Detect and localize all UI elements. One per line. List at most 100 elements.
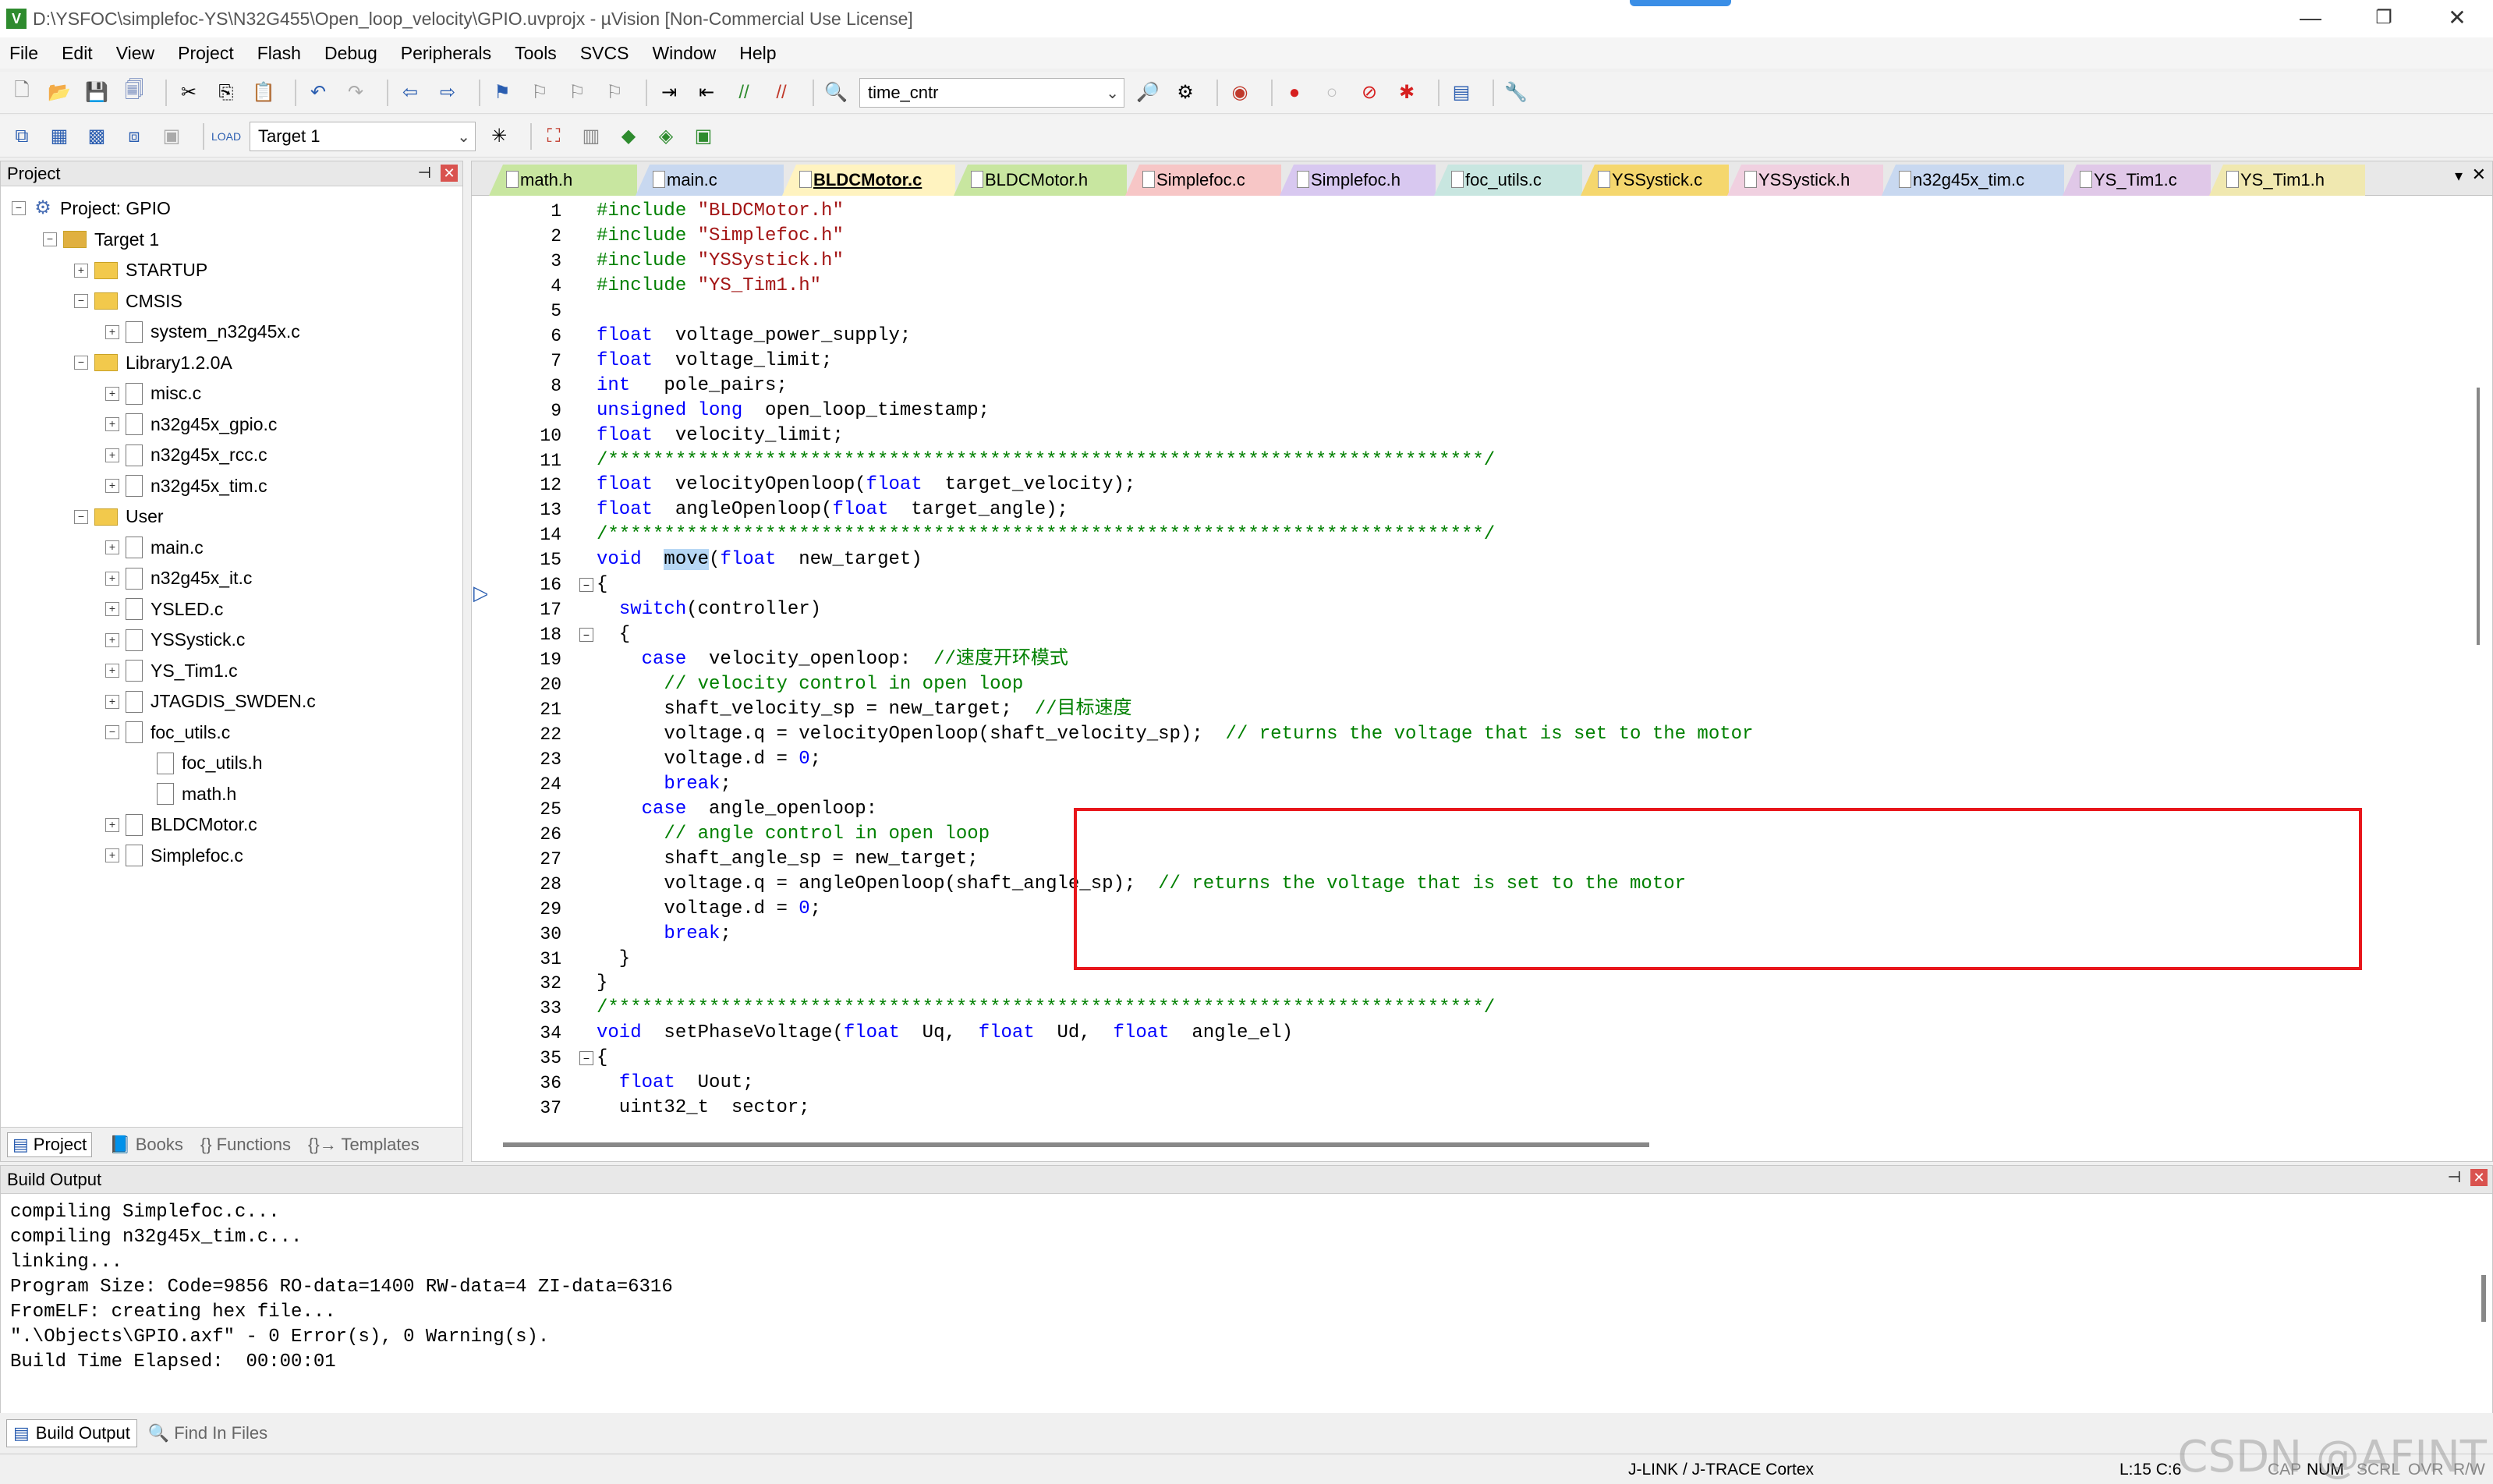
tree-item[interactable]: − foc_utils.c	[105, 717, 230, 748]
code-line[interactable]: break;	[597, 772, 731, 797]
code-line[interactable]: #include "YS_Tim1.h"	[597, 274, 821, 299]
tree-item[interactable]: − User	[74, 501, 164, 533]
fold-collapse-icon[interactable]: −	[579, 578, 593, 593]
tree-item[interactable]: + YS_Tim1.c	[105, 655, 238, 686]
tree-item[interactable]: foc_utils.h	[136, 748, 263, 779]
nav-back-icon[interactable]: ⇦	[396, 79, 424, 107]
tree-item[interactable]: + n32g45x_tim.c	[105, 470, 267, 501]
menu-file[interactable]: File	[9, 43, 38, 64]
code-line[interactable]: voltage.q = velocityOpenloop(shaft_veloc…	[597, 722, 1753, 747]
breakpoint-icon[interactable]: ●	[1280, 79, 1308, 107]
build-output-text[interactable]: compiling Simplefoc.c... compiling n32g45…	[10, 1200, 673, 1375]
code-line[interactable]: voltage.d = 0;	[597, 897, 821, 922]
select-packs-icon[interactable]: ◈	[652, 122, 680, 151]
menu-tools[interactable]: Tools	[515, 43, 557, 64]
code-line[interactable]: switch(controller)	[597, 597, 821, 622]
code-line[interactable]: shaft_velocity_sp = new_target; //目标速度	[597, 697, 1131, 722]
tree-item[interactable]: + system_n32g45x.c	[105, 317, 300, 348]
collapse-icon[interactable]: −	[74, 294, 88, 308]
expand-icon[interactable]: +	[105, 448, 119, 462]
collapse-icon[interactable]: −	[43, 232, 57, 246]
project-root[interactable]: − ⚙ Project: GPIO	[12, 193, 171, 224]
expand-icon[interactable]: +	[105, 417, 119, 431]
save-icon[interactable]: 💾	[83, 79, 111, 107]
expand-icon[interactable]: +	[105, 602, 119, 616]
find-in-files-icon[interactable]: 🔍	[822, 79, 850, 107]
file-tab[interactable]: YSSystick.c	[1581, 165, 1729, 196]
build-scroll-thumb[interactable]	[2481, 1275, 2486, 1322]
expand-icon[interactable]: +	[74, 263, 88, 278]
scroll-thumb[interactable]	[2477, 388, 2480, 645]
cut-icon[interactable]: ✂	[175, 79, 203, 107]
code-line[interactable]: void move(float new_target)	[597, 547, 922, 572]
tab-books[interactable]: 📘 Books	[109, 1135, 183, 1155]
code-line[interactable]: }	[597, 947, 630, 972]
code-line[interactable]: case angle_openloop:	[597, 797, 877, 822]
code-line[interactable]: float Uout;	[597, 1071, 754, 1096]
menu-edit[interactable]: Edit	[62, 43, 93, 64]
file-tab[interactable]: YS_Tim1.h	[2209, 165, 2365, 196]
code-line[interactable]: uint32_t sector;	[597, 1096, 810, 1121]
file-tab[interactable]: math.h	[489, 165, 637, 196]
disable-all-breakpoints-icon[interactable]: ⊘	[1355, 79, 1383, 107]
tree-item[interactable]: + JTAGDIS_SWDEN.c	[105, 686, 316, 717]
expand-icon[interactable]: +	[105, 540, 119, 554]
prev-bookmark-icon[interactable]: ⚐	[526, 79, 554, 107]
tree-item[interactable]: − Library1.2.0A	[74, 347, 232, 378]
code-line[interactable]: int pole_pairs;	[597, 374, 788, 398]
tree-item[interactable]: + BLDCMotor.c	[105, 809, 257, 841]
manage-packs-icon[interactable]: ◆	[614, 122, 643, 151]
tree-item[interactable]: + YSSystick.c	[105, 625, 245, 656]
find-combo[interactable]: time_cntr ⌄	[859, 77, 1124, 108]
expand-icon[interactable]: +	[105, 817, 119, 832]
new-file-icon[interactable]: 🗋	[8, 79, 36, 107]
tab-find-in-files[interactable]: 🔍 Find In Files	[148, 1423, 267, 1443]
target-options-icon[interactable]: ✳	[485, 122, 513, 151]
file-tab[interactable]: Simplefoc.c	[1125, 165, 1281, 196]
menu-flash[interactable]: Flash	[257, 43, 301, 64]
code-line[interactable]: #include "YSSystick.h"	[597, 249, 844, 274]
code-line[interactable]: // velocity control in open loop	[597, 672, 1023, 697]
code-line[interactable]: float angleOpenloop(float target_angle);	[597, 498, 1068, 522]
bookmark-icon[interactable]: ⚑	[488, 79, 516, 107]
download-icon[interactable]: LOAD	[211, 122, 241, 151]
tree-item[interactable]: − Target 1	[43, 224, 159, 255]
redo-icon[interactable]: ↷	[342, 79, 370, 107]
code-line[interactable]: voltage.d = 0;	[597, 747, 821, 772]
rebuild-icon[interactable]: ▩	[83, 122, 111, 151]
code-line[interactable]: unsigned long open_loop_timestamp;	[597, 398, 990, 423]
code-line[interactable]: /***************************************…	[597, 996, 1495, 1021]
code-line[interactable]: #include "Simplefoc.h"	[597, 224, 844, 249]
code-line[interactable]: {	[597, 572, 607, 597]
pin-icon[interactable]: ⊣	[418, 163, 431, 182]
batch-build-icon[interactable]: ⧈	[120, 122, 148, 151]
pin-icon[interactable]: ⊣	[2448, 1167, 2461, 1187]
menu-project[interactable]: Project	[178, 43, 234, 64]
collapse-icon[interactable]: −	[105, 725, 119, 739]
tab-list-icon[interactable]: ▾	[2455, 166, 2463, 186]
file-tab[interactable]: YSSystick.h	[1727, 165, 1883, 196]
runtime-env-icon[interactable]: ▣	[689, 122, 717, 151]
tab-functions[interactable]: {} Functions	[200, 1135, 291, 1155]
expand-icon[interactable]: +	[105, 848, 119, 862]
disable-breakpoint-icon[interactable]: ○	[1318, 79, 1346, 107]
code-line[interactable]: float velocityOpenloop(float target_velo…	[597, 473, 1135, 498]
tab-templates[interactable]: {}→ Templates	[308, 1135, 420, 1155]
find-icon[interactable]: 🔎	[1134, 79, 1162, 107]
expand-icon[interactable]: +	[105, 664, 119, 678]
code-line[interactable]: {	[597, 1046, 607, 1071]
tree-item[interactable]: + n32g45x_rcc.c	[105, 440, 267, 471]
editor-horizontal-scrollbar[interactable]	[503, 1138, 2437, 1153]
menu-view[interactable]: View	[116, 43, 154, 64]
menu-peripherals[interactable]: Peripherals	[401, 43, 491, 64]
code-line[interactable]: /***************************************…	[597, 448, 1495, 473]
tree-item[interactable]: math.h	[136, 778, 236, 809]
expand-icon[interactable]: +	[105, 386, 119, 401]
uncomment-icon[interactable]: //	[767, 79, 795, 107]
code-line[interactable]: float voltage_limit;	[597, 349, 832, 374]
panel-close-icon[interactable]: ✕	[2470, 1169, 2488, 1186]
menu-debug[interactable]: Debug	[324, 43, 377, 64]
file-tab[interactable]: YS_Tim1.c	[2063, 165, 2211, 196]
collapse-icon[interactable]: −	[74, 509, 88, 524]
code-line[interactable]: float velocity_limit;	[597, 423, 844, 448]
